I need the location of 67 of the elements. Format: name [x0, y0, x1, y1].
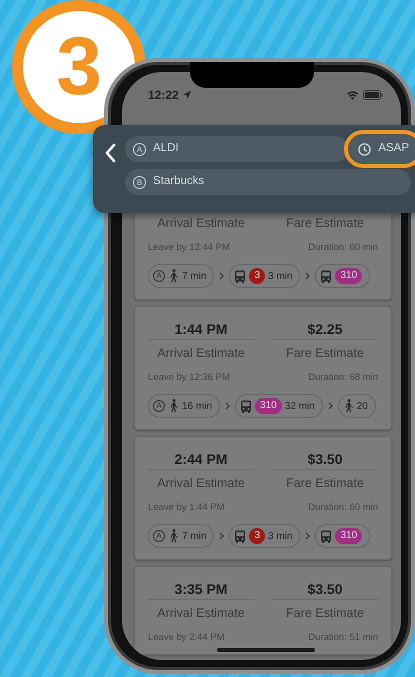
arrival-time: 2:44 PM — [148, 449, 254, 470]
location-arrow-icon — [182, 91, 191, 99]
chevron-icon — [305, 272, 310, 280]
destination-text: Starbucks — [153, 174, 204, 190]
trip-card[interactable]: 1:44 PM $2.25 Arrival Estimate Fare Estimate Leave by 12:36 PM Duration: 68 min A 16 min 310 32 min 20 — [134, 306, 392, 430]
status-time: 12:22 — [148, 87, 179, 104]
chevron-icon — [219, 272, 224, 280]
start-marker: A — [153, 270, 165, 282]
chevron-icon — [328, 402, 333, 410]
arrival-label: Arrival Estimate — [156, 345, 246, 362]
leg-duration: 16 min — [182, 400, 212, 414]
fare-amount: $3.50 — [272, 449, 378, 470]
leg-duration: 7 min — [182, 530, 206, 544]
leg-duration: 3 min — [268, 530, 292, 544]
leg-duration: 3 min — [268, 270, 292, 284]
arrival-label: Arrival Estimate — [156, 475, 246, 492]
chevron-icon — [219, 532, 224, 540]
route-number: 3 — [249, 528, 266, 544]
walking-person-icon — [168, 529, 179, 543]
chevron-icon — [305, 532, 310, 540]
fare-amount: $2.25 — [272, 319, 378, 340]
start-marker: A — [153, 400, 165, 412]
fare-amount: $3.50 — [272, 579, 378, 600]
fare-label: Fare Estimate — [285, 345, 365, 362]
leave-by-text: Leave by 12:44 PM — [148, 242, 230, 254]
bus-icon — [234, 530, 246, 542]
chevron-icon — [225, 402, 230, 410]
wifi-icon — [346, 90, 359, 100]
origin-marker: A — [133, 142, 146, 156]
leg-duration: 20 — [356, 400, 368, 414]
battery-icon — [363, 90, 383, 100]
duration-text: Duration: 60 min — [308, 242, 378, 254]
route-number: 310 — [255, 398, 282, 414]
clock-icon — [358, 142, 372, 156]
fare-label: Fare Estimate — [285, 475, 365, 492]
leave-by-text: Leave by 1:44 PM — [148, 502, 225, 514]
walking-person-icon — [168, 269, 179, 283]
bus-icon — [234, 270, 246, 282]
route-number: 3 — [249, 268, 266, 284]
fare-label: Fare Estimate — [285, 215, 365, 232]
duration-text: Duration: 68 min — [308, 372, 378, 384]
back-icon[interactable] — [103, 142, 117, 164]
arrival-label: Arrival Estimate — [156, 215, 246, 232]
route-number: 310 — [335, 268, 362, 284]
leg-duration: 7 min — [182, 270, 206, 284]
leave-by-text: Leave by 2:44 PM — [148, 632, 225, 644]
time-button[interactable]: ASAP — [344, 130, 415, 168]
duration-text: Duration: 51 min — [308, 632, 378, 644]
bus-icon — [320, 530, 332, 542]
arrival-label: Arrival Estimate — [156, 605, 246, 622]
destination-marker: B — [133, 176, 146, 188]
destination-field[interactable]: B Starbucks — [125, 169, 411, 195]
trip-card[interactable]: 3:35 PM $3.50 Arrival Estimate Fare Estimate Leave by 2:44 PM Duration: 51 min — [134, 566, 392, 655]
arrival-time: 3:35 PM — [148, 579, 254, 600]
leg-duration: 32 min — [284, 400, 315, 414]
bus-icon — [320, 270, 332, 282]
arrival-time: 1:44 PM — [148, 319, 254, 340]
origin-text: ALDI — [153, 141, 179, 156]
duration-text: Duration: 60 min — [308, 502, 378, 514]
start-marker: A — [153, 530, 165, 542]
walking-person-icon — [342, 399, 354, 413]
bus-icon — [240, 400, 252, 412]
route-number: 310 — [335, 528, 362, 544]
trip-card[interactable]: 2:44 PM $3.50 Arrival Estimate Fare Estimate Leave by 1:44 PM Duration: 60 min A 7 min 3 3 min 310 — [134, 436, 392, 560]
leave-by-text: Leave by 12:36 PM — [148, 372, 230, 384]
walking-person-icon — [168, 399, 179, 413]
fare-label: Fare Estimate — [285, 605, 365, 622]
